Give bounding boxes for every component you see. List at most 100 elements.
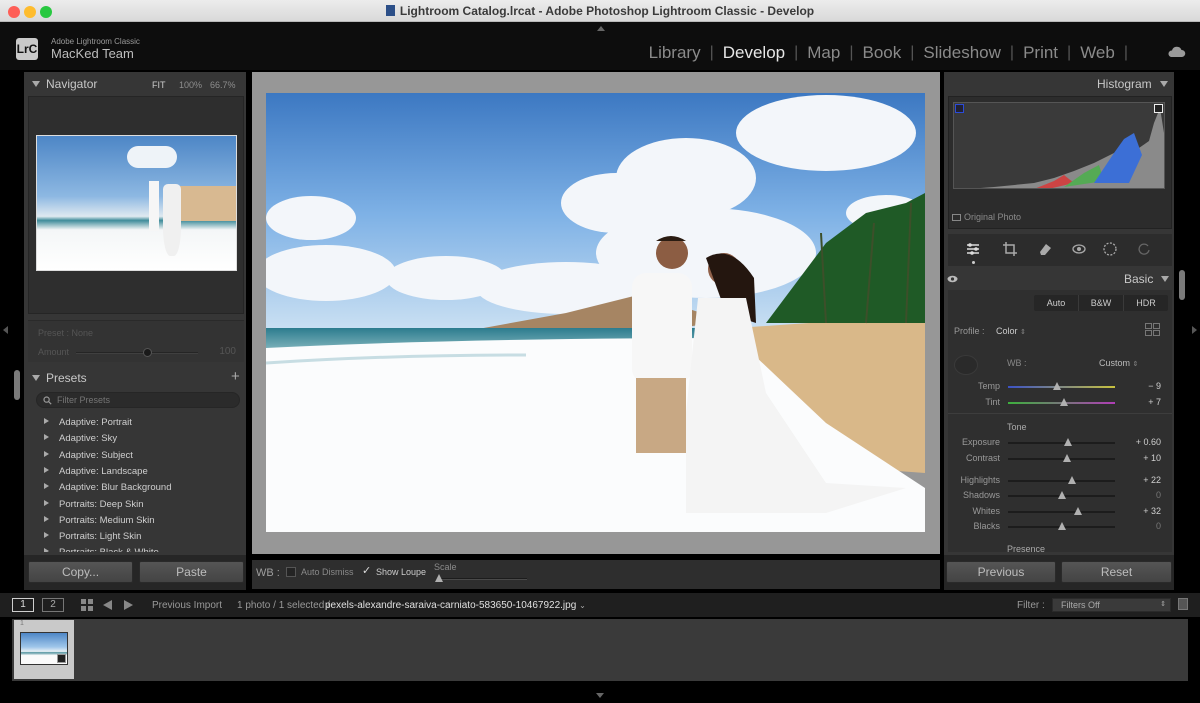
navigator-fit[interactable]: FIT [152, 80, 166, 90]
slider-value[interactable]: + 0.60 [1120, 437, 1161, 447]
source-label[interactable]: Previous Import [152, 600, 222, 611]
grid-view-icon[interactable] [81, 599, 93, 611]
profile-select[interactable]: Color ⇕ [996, 326, 1026, 336]
module-print[interactable]: Print [1014, 43, 1067, 63]
slider-value[interactable]: + 22 [1120, 475, 1161, 485]
navigator-zoom-custom[interactable]: 66.7% [210, 80, 236, 90]
slider-value[interactable]: + 7 [1120, 397, 1161, 407]
preset-folder-item[interactable]: Adaptive: Portrait [44, 417, 132, 428]
preset-folder-item[interactable]: Portraits: Medium Skin [44, 515, 155, 526]
slider-thumb[interactable] [1068, 476, 1077, 484]
secondary-display-button[interactable]: 2 [42, 598, 64, 612]
preset-folder-item[interactable]: Portraits: Deep Skin [44, 499, 143, 510]
profile-browser-grid-icon[interactable] [1145, 323, 1160, 336]
add-preset-button[interactable]: + [231, 368, 240, 385]
dropdown-icon: ⌄ [579, 601, 586, 610]
filter-lock-icon[interactable] [1178, 598, 1188, 610]
hdr-button[interactable]: HDR [1124, 295, 1168, 311]
scale-slider-thumb[interactable] [435, 574, 443, 582]
primary-display-button[interactable]: 1 [12, 598, 34, 612]
thumbnail-index: 1 [20, 620, 24, 627]
collapse-triangle-icon [1159, 81, 1168, 87]
amount-slider-thumb[interactable] [142, 348, 152, 357]
module-develop[interactable]: Develop [714, 43, 794, 63]
slider-track[interactable] [1008, 511, 1115, 513]
module-library[interactable]: Library [640, 43, 710, 63]
healing-eraser-icon[interactable] [1038, 242, 1052, 256]
collapse-filmstrip-icon[interactable] [596, 693, 604, 698]
main-photo[interactable] [266, 93, 925, 532]
slider-value[interactable]: + 10 [1120, 453, 1161, 463]
preset-folder-label: Adaptive: Blur Background [59, 482, 172, 494]
amount-slider-track[interactable] [76, 352, 198, 354]
reset-tool-icon[interactable] [1137, 242, 1151, 256]
slider-track[interactable] [1008, 386, 1115, 388]
red-eye-icon[interactable] [1072, 243, 1086, 255]
slider-thumb[interactable] [1053, 382, 1062, 390]
highlight-clipping-icon[interactable] [1154, 104, 1163, 113]
navigator-zoom-100[interactable]: 100% [179, 80, 202, 90]
left-panel-scrollbar[interactable] [14, 370, 20, 400]
shadow-clipping-icon[interactable] [955, 104, 964, 113]
crop-icon[interactable] [1003, 242, 1017, 256]
slider-thumb[interactable] [1057, 522, 1066, 530]
preset-folder-item[interactable]: Adaptive: Sky [44, 433, 117, 444]
preset-folder-item[interactable]: Adaptive: Landscape [44, 466, 148, 477]
module-book[interactable]: Book [854, 43, 911, 63]
slider-thumb[interactable] [1063, 438, 1072, 446]
masking-icon[interactable] [1103, 242, 1117, 256]
preset-folder-label: Adaptive: Subject [59, 449, 133, 461]
navigator-header[interactable]: Navigator [32, 77, 97, 91]
collapse-right-panel-icon[interactable] [1192, 326, 1197, 334]
module-map[interactable]: Map [798, 43, 849, 63]
auto-dismiss-checkbox[interactable] [286, 567, 296, 577]
auto-button[interactable]: Auto [1034, 295, 1079, 311]
collapse-top-panel-icon[interactable] [597, 26, 605, 31]
edit-sliders-icon[interactable] [966, 242, 980, 256]
slider-value[interactable]: 0 [1120, 490, 1161, 500]
filename-label[interactable]: pexels-alexandre-saraiva-carniato-583650… [325, 600, 586, 611]
bw-button[interactable]: B&W [1079, 295, 1124, 311]
slider-thumb[interactable] [1059, 398, 1068, 406]
cloud-sync-icon[interactable] [1166, 46, 1186, 58]
copy-settings-button[interactable]: Copy... [28, 561, 133, 583]
collapse-left-panel-icon[interactable] [3, 326, 8, 334]
presets-header[interactable]: Presets [32, 371, 87, 385]
previous-button[interactable]: Previous [946, 561, 1056, 583]
filter-select[interactable]: Filters Off ⇕ [1052, 598, 1171, 612]
scale-slider-track[interactable] [437, 578, 527, 580]
filter-presets-field[interactable] [36, 392, 240, 408]
show-loupe-checkbox[interactable]: ✓ [362, 566, 373, 577]
slider-value[interactable]: 0 [1120, 521, 1161, 531]
slider-track[interactable] [1008, 480, 1115, 482]
preset-folder-item[interactable]: Adaptive: Subject [44, 450, 133, 461]
preset-folder-item[interactable]: Portraits: Black & White [44, 547, 159, 552]
module-web[interactable]: Web [1071, 43, 1124, 63]
wb-eyedropper-icon[interactable] [954, 355, 978, 375]
slider-thumb[interactable] [1057, 491, 1066, 499]
histogram-header[interactable]: Histogram [1097, 77, 1174, 91]
filename-text: pexels-alexandre-saraiva-carniato-583650… [325, 600, 577, 611]
slider-track[interactable] [1008, 458, 1115, 460]
forward-arrow-icon[interactable] [124, 600, 133, 610]
wb-select[interactable]: Custom ⇕ [1099, 358, 1138, 368]
slider-value[interactable]: − 9 [1120, 381, 1161, 391]
filter-presets-input[interactable] [57, 394, 233, 406]
module-slideshow[interactable]: Slideshow [914, 43, 1010, 63]
slider-track[interactable] [1008, 442, 1115, 444]
expand-triangle-icon [44, 515, 49, 522]
basic-header[interactable]: Basic [1124, 272, 1175, 286]
navigator-thumbnail[interactable] [36, 135, 237, 271]
expand-triangle-icon [44, 499, 49, 506]
slider-thumb[interactable] [1073, 507, 1082, 515]
preset-folder-item[interactable]: Portraits: Light Skin [44, 531, 141, 542]
paste-settings-button[interactable]: Paste [139, 561, 244, 583]
slider-thumb[interactable] [1062, 454, 1071, 462]
preset-folder-item[interactable]: Adaptive: Blur Background [44, 482, 171, 493]
right-panel-scrollbar[interactable] [1179, 270, 1185, 300]
panel-visibility-eye-icon[interactable] [947, 275, 958, 283]
histogram-graph[interactable] [953, 102, 1165, 189]
reset-button[interactable]: Reset [1061, 561, 1172, 583]
slider-value[interactable]: + 32 [1120, 506, 1161, 516]
back-arrow-icon[interactable] [103, 600, 112, 610]
